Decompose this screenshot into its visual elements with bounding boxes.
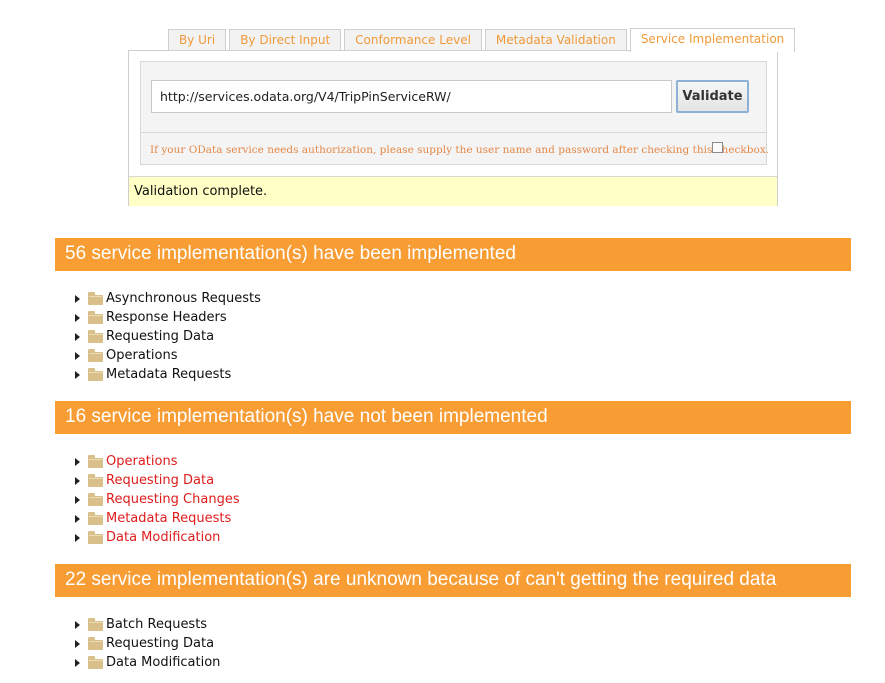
folder-icon — [88, 492, 103, 506]
not-implemented-section-header: 16 service implementation(s) have not be… — [55, 401, 851, 434]
expand-arrow-icon[interactable] — [75, 313, 80, 322]
tree-item[interactable]: Requesting Data — [73, 471, 240, 490]
tree-item-label: Batch Requests — [106, 617, 208, 632]
folder-icon — [88, 310, 103, 324]
tree-item[interactable]: Data Modification — [73, 653, 220, 672]
unknown-tree: Batch Requests Requesting Data Data Modi… — [73, 615, 220, 672]
expand-arrow-icon[interactable] — [75, 514, 80, 523]
tab-metadata-validation[interactable]: Metadata Validation — [484, 29, 627, 51]
tree-item-label: Operations — [106, 454, 178, 469]
status-message: Validation complete. — [129, 176, 777, 206]
tree-item[interactable]: Requesting Data — [73, 327, 261, 346]
folder-icon — [88, 473, 103, 487]
tree-item[interactable]: Requesting Data — [73, 634, 220, 653]
auth-hint-text: If your OData service needs authorizatio… — [150, 144, 770, 156]
tree-item[interactable]: Metadata Requests — [73, 365, 261, 384]
tree-item-label: Metadata Requests — [106, 511, 232, 526]
service-implementation-page: By Uri By Direct Input Conformance Level… — [0, 0, 885, 683]
folder-icon — [88, 655, 103, 669]
tab-conformance-level[interactable]: Conformance Level — [344, 29, 482, 51]
tree-item[interactable]: Response Headers — [73, 308, 261, 327]
expand-arrow-icon[interactable] — [75, 476, 80, 485]
expand-arrow-icon[interactable] — [75, 639, 80, 648]
tree-item[interactable]: Asynchronous Requests — [73, 289, 261, 308]
folder-icon — [88, 617, 103, 631]
tab-service-implementation[interactable]: Service Implementation — [629, 28, 796, 52]
unknown-section-header: 22 service implementation(s) are unknown… — [55, 564, 851, 597]
expand-arrow-icon[interactable] — [75, 370, 80, 379]
expand-arrow-icon[interactable] — [75, 495, 80, 504]
implemented-tree: Asynchronous Requests Response Headers R… — [73, 289, 261, 384]
validation-panel: Validate If your OData service needs aut… — [128, 50, 778, 206]
expand-arrow-icon[interactable] — [75, 533, 80, 542]
folder-icon — [88, 454, 103, 468]
tree-item-label: Asynchronous Requests — [106, 291, 261, 306]
expand-arrow-icon[interactable] — [75, 457, 80, 466]
tree-item-label: Data Modification — [106, 530, 221, 545]
expand-arrow-icon[interactable] — [75, 658, 80, 667]
tree-item-label: Metadata Requests — [106, 367, 232, 382]
expand-arrow-icon[interactable] — [75, 332, 80, 341]
folder-icon — [88, 636, 103, 650]
tab-by-uri[interactable]: By Uri — [168, 29, 227, 51]
folder-icon — [88, 511, 103, 525]
tree-item-label: Operations — [106, 348, 178, 363]
tab-by-direct-input[interactable]: By Direct Input — [229, 29, 342, 51]
expand-arrow-icon[interactable] — [75, 351, 80, 360]
expand-arrow-icon[interactable] — [75, 294, 80, 303]
tree-item[interactable]: Operations — [73, 346, 261, 365]
folder-icon — [88, 367, 103, 381]
tree-item-label: Requesting Changes — [106, 492, 240, 507]
auth-checkbox[interactable] — [712, 142, 723, 153]
expand-arrow-icon[interactable] — [75, 620, 80, 629]
auth-row: If your OData service needs authorizatio… — [141, 132, 770, 165]
tree-item-label: Data Modification — [106, 655, 221, 670]
tree-item[interactable]: Data Modification — [73, 528, 240, 547]
tree-item[interactable]: Batch Requests — [73, 615, 220, 634]
folder-icon — [88, 348, 103, 362]
tree-item[interactable]: Requesting Changes — [73, 490, 240, 509]
tree-item-label: Requesting Data — [106, 473, 215, 488]
tree-item-label: Requesting Data — [106, 329, 215, 344]
input-area: Validate If your OData service needs aut… — [140, 61, 770, 165]
folder-icon — [88, 530, 103, 544]
tree-item-label: Requesting Data — [106, 636, 215, 651]
tree-item[interactable]: Operations — [73, 452, 240, 471]
folder-icon — [88, 291, 103, 305]
implemented-section-header: 56 service implementation(s) have been i… — [55, 238, 851, 271]
not-implemented-tree: Operations Requesting Data Requesting Ch… — [73, 452, 240, 547]
tree-item-label: Response Headers — [106, 310, 227, 325]
service-url-input[interactable] — [151, 80, 672, 113]
tree-item[interactable]: Metadata Requests — [73, 509, 240, 528]
validation-mode-tabs: By Uri By Direct Input Conformance Level… — [168, 28, 798, 52]
validate-button[interactable]: Validate — [676, 80, 749, 113]
folder-icon — [88, 329, 103, 343]
